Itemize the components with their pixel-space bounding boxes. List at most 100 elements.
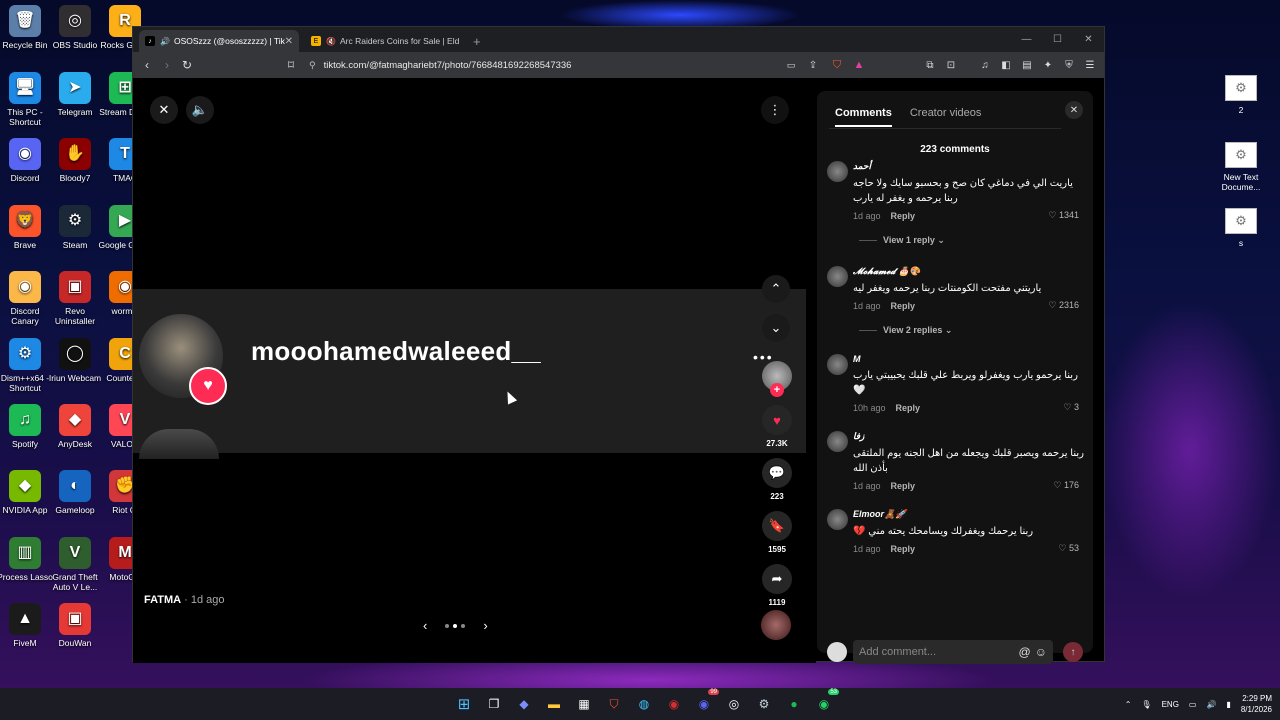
tab-tiktok[interactable]: ♪ 🔊 OSOSzzz (@ososzzzzz) | TikT ✕ xyxy=(139,30,299,52)
next-video-button[interactable]: ⌄ xyxy=(762,314,790,342)
desktop-icon-discord[interactable]: ◉ Discord xyxy=(0,138,53,183)
chevron-left-icon[interactable]: ‹ xyxy=(423,618,427,633)
desktop-file[interactable]: ⚙ s xyxy=(1211,208,1271,248)
like-button[interactable]: ♥ 27.3K xyxy=(761,405,793,448)
volume-icon[interactable]: 🔊 xyxy=(1206,700,1216,709)
view-replies-button[interactable]: View 1 reply ⌄ xyxy=(859,235,1087,246)
desktop-icon-fivem[interactable]: ▲ FiveM xyxy=(0,603,53,648)
reply-button[interactable]: Reply xyxy=(891,544,916,554)
steam-icon[interactable]: ⚙ xyxy=(752,692,776,716)
commenter-name[interactable]: أحمد xyxy=(853,161,1087,172)
wallet-icon[interactable]: ▤ xyxy=(1017,55,1037,75)
share-button[interactable]: ➦ 1119 xyxy=(761,564,793,607)
desktop-icon-douwan[interactable]: ▣ DouWan xyxy=(47,603,103,648)
volume-button[interactable]: 🔈 xyxy=(186,96,214,124)
reply-button[interactable]: Reply xyxy=(891,481,916,491)
desktop-icon-recycle-bin[interactable]: 🗑 Recycle Bin xyxy=(0,5,53,50)
emoji-icon[interactable]: ☺ xyxy=(1035,645,1047,659)
close-panel-button[interactable]: ✕ xyxy=(1065,101,1083,119)
whatsapp-icon[interactable]: ◉ 53 xyxy=(812,689,839,716)
commenter-name[interactable]: زفا xyxy=(853,431,1087,442)
desktop-icon-spotify[interactable]: ♫ Spotify xyxy=(0,404,53,449)
start-icon[interactable]: ⊞ xyxy=(452,692,476,716)
desktop-icon-brave[interactable]: 🦁 Brave xyxy=(0,205,53,250)
desktop-icon-discord-canary[interactable]: ◉ Discord Canary xyxy=(0,271,53,326)
desktop-icon-gameloop[interactable]: ◐ Gameloop xyxy=(47,470,103,515)
desktop-icon-anydesk[interactable]: ◆ AnyDesk xyxy=(47,404,103,449)
mute-icon[interactable]: 🔇 xyxy=(326,37,336,46)
photo-content[interactable]: ♥ mooohamedwaleeed__ ••• xyxy=(133,289,806,459)
forward-icon[interactable]: › xyxy=(157,55,177,75)
commenter-avatar[interactable] xyxy=(827,161,848,182)
author-name[interactable]: FATMA xyxy=(144,594,181,606)
commenter-avatar[interactable] xyxy=(827,509,848,530)
reply-button[interactable]: Reply xyxy=(891,211,916,221)
screenshot-icon[interactable]: ⊡ xyxy=(941,55,961,75)
commenter-name[interactable]: Elmoor🧸🚀 xyxy=(853,509,1087,520)
reply-button[interactable]: Reply xyxy=(891,301,916,311)
comment-like-button[interactable]: ♡ 2316 xyxy=(1048,300,1079,311)
desktop-icon-revo-uninstaller[interactable]: ▣ Revo Uninstaller xyxy=(47,271,103,326)
store-icon[interactable]: ▦ xyxy=(572,692,596,716)
minimize-icon[interactable]: — xyxy=(1011,27,1042,52)
commenter-avatar[interactable] xyxy=(827,354,848,375)
comment-input[interactable]: Add comment... @ ☺ xyxy=(853,640,1053,664)
commenter-avatar[interactable] xyxy=(827,266,848,287)
speaker-icon[interactable]: 🔊 xyxy=(160,37,170,46)
sidebar-icon[interactable]: ◧ xyxy=(996,55,1016,75)
comment-button[interactable]: 💬 223 xyxy=(761,458,793,501)
comment-like-button[interactable]: ♡ 3 xyxy=(1063,402,1079,413)
reply-button[interactable]: Reply xyxy=(896,403,921,413)
network-icon[interactable]: ▭ xyxy=(1189,700,1197,709)
brave-shield-icon[interactable]: ⛉ xyxy=(827,55,847,75)
maximize-icon[interactable]: ☐ xyxy=(1042,27,1073,52)
vpn-icon[interactable]: ⛨ xyxy=(1059,55,1079,75)
chevron-up-icon[interactable]: ⌃ xyxy=(1125,700,1132,709)
previous-video-button[interactable]: ⌃ xyxy=(762,275,790,303)
leo-icon[interactable]: ✦ xyxy=(1038,55,1058,75)
tab-comments[interactable]: Comments xyxy=(835,107,892,127)
bloody-icon[interactable]: ◉ xyxy=(662,692,686,716)
battery-icon[interactable]: ▮ xyxy=(1226,700,1230,709)
desktop-icon-iriun-webcam[interactable]: ◯ Iriun Webcam xyxy=(47,338,103,383)
edge-icon[interactable]: ◍ xyxy=(632,692,656,716)
share-icon[interactable]: ⇪ xyxy=(803,55,823,75)
microphone-icon[interactable]: 🎙 xyxy=(1141,700,1151,709)
brave-rewards-icon[interactable]: ▲ xyxy=(849,55,869,75)
task-view-icon[interactable]: ❐ xyxy=(482,692,506,716)
tab-eldorado[interactable]: E 🔇 Arc Raiders Coins for Sale | Eldor xyxy=(305,30,465,52)
desktop-icon-process-lasso[interactable]: ▥ Process Lasso xyxy=(0,537,53,582)
chevron-right-icon[interactable]: › xyxy=(483,618,487,633)
obs-icon[interactable]: ◎ xyxy=(722,692,746,716)
cast-icon[interactable]: ▭ xyxy=(781,55,801,75)
close-window-icon[interactable]: ✕ xyxy=(1073,27,1104,52)
save-button[interactable]: 🔖 1595 xyxy=(761,511,793,554)
commenter-avatar[interactable] xyxy=(827,431,848,452)
tab-creator-videos[interactable]: Creator videos xyxy=(910,107,982,127)
language-indicator[interactable]: ENG xyxy=(1162,700,1179,709)
desktop-icon-this-pc-shortcut[interactable]: 🖥 This PC - Shortcut xyxy=(0,72,53,127)
brave-icon[interactable]: ⛉ xyxy=(602,692,626,716)
reload-icon[interactable]: ↻ xyxy=(177,55,197,75)
copilot-icon[interactable]: ◆ xyxy=(512,692,536,716)
music-disc-icon[interactable] xyxy=(761,610,791,640)
desktop-icon-steam[interactable]: ⚙ Steam xyxy=(47,205,103,250)
site-info-icon[interactable]: ⚲ xyxy=(309,60,316,71)
comment-like-button[interactable]: ♡ 1341 xyxy=(1048,210,1079,221)
spotify-icon[interactable]: ● xyxy=(782,692,806,716)
clock[interactable]: 2:29 PM 8/1/2026 xyxy=(1241,693,1272,715)
desktop-icon-telegram[interactable]: ➤ Telegram xyxy=(47,72,103,117)
follow-plus-icon[interactable]: + xyxy=(770,383,784,397)
desktop-file[interactable]: ⚙ New Text Docume... xyxy=(1211,142,1271,192)
close-icon[interactable]: ✕ xyxy=(285,36,293,47)
send-button[interactable]: ↑ xyxy=(1063,642,1083,662)
file-explorer-icon[interactable]: ▬ xyxy=(542,692,566,716)
desktop-icon-obs-studio[interactable]: ◎ OBS Studio xyxy=(47,5,103,50)
mention-icon[interactable]: @ xyxy=(1019,645,1031,659)
back-icon[interactable]: ‹ xyxy=(137,55,157,75)
commenter-name[interactable]: M xyxy=(853,354,1087,364)
desktop-icon-nvidia-app[interactable]: ◆ NVIDIA App xyxy=(0,470,53,515)
comment-like-button[interactable]: ♡ 176 xyxy=(1053,480,1079,491)
discord-icon[interactable]: ◉ 99 xyxy=(692,689,719,716)
comment-like-button[interactable]: ♡ 53 xyxy=(1058,543,1079,554)
